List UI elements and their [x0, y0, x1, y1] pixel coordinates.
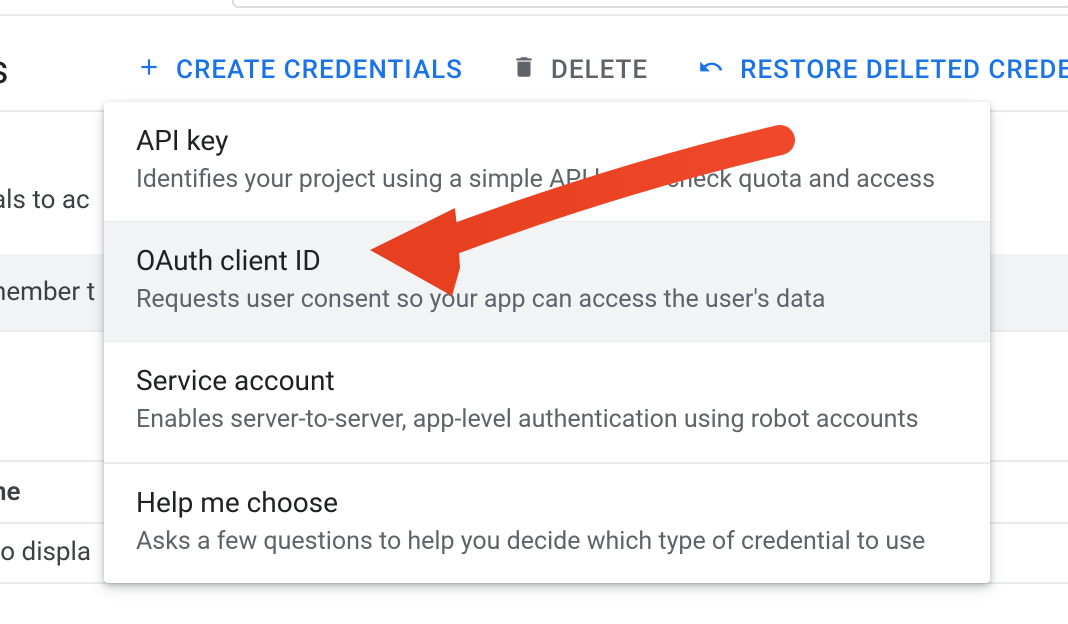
menu-item-api-key[interactable]: API key Identifies your project using a … — [104, 102, 990, 221]
menu-item-title: OAuth client ID — [136, 244, 958, 277]
menu-item-desc: Asks a few questions to help you decide … — [136, 525, 958, 559]
create-credentials-button[interactable]: CREATE CREDENTIALS — [136, 54, 463, 87]
plus-icon — [136, 54, 162, 87]
trash-icon — [511, 54, 537, 87]
menu-item-desc: Identifies your project using a simple A… — [136, 163, 958, 197]
menu-item-service-account[interactable]: Service account Enables server-to-server… — [104, 341, 990, 461]
restore-label: RESTORE DELETED CREDEN — [740, 55, 1068, 85]
menu-item-oauth-client-id[interactable]: OAuth client ID Requests user consent so… — [104, 221, 990, 341]
delete-button[interactable]: DELETE — [511, 54, 648, 87]
menu-item-title: Help me choose — [136, 486, 958, 519]
menu-item-desc: Enables server-to-server, app-level auth… — [136, 403, 958, 437]
menu-item-help-me-choose[interactable]: Help me choose Asks a few questions to h… — [104, 462, 990, 583]
delete-label: DELETE — [551, 55, 648, 85]
divider — [0, 14, 1068, 16]
create-credentials-menu: API key Identifies your project using a … — [104, 102, 990, 583]
menu-item-title: API key — [136, 124, 958, 157]
search-bar[interactable] — [232, 0, 1068, 8]
undo-icon — [696, 54, 726, 87]
toolbar: CREATE CREDENTIALS DELETE RESTORE DELETE… — [0, 40, 1068, 100]
restore-deleted-button[interactable]: RESTORE DELETED CREDEN — [696, 54, 1068, 87]
create-credentials-label: CREATE CREDENTIALS — [176, 55, 463, 85]
menu-item-desc: Requests user consent so your app can ac… — [136, 283, 958, 317]
menu-item-title: Service account — [136, 364, 958, 397]
